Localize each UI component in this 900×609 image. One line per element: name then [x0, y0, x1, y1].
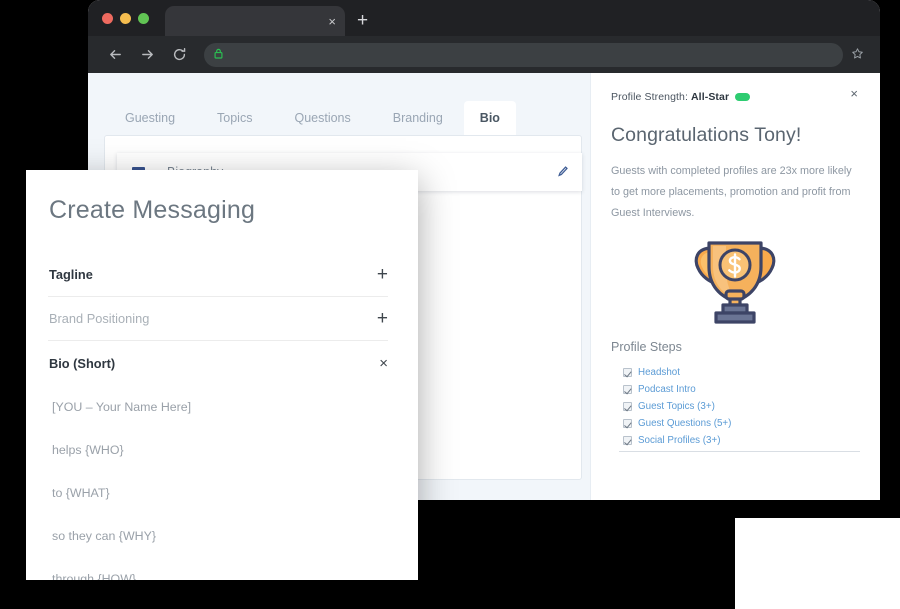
close-icon[interactable]: × [379, 356, 388, 371]
bio-line[interactable]: [YOU – Your Name Here] [52, 401, 388, 444]
browser-toolbar [88, 36, 880, 73]
list-item[interactable]: Headshot [623, 364, 858, 381]
bio-short-body: [YOU – Your Name Here] helps {WHO} to {W… [48, 385, 388, 580]
bio-line[interactable]: helps {WHO} [52, 444, 388, 487]
status-badge [735, 93, 751, 101]
check-icon[interactable] [623, 402, 632, 412]
list-item[interactable]: Social Profiles (3+) [623, 432, 858, 449]
panel-divider [619, 451, 860, 452]
tab-questions-label: Questions [294, 110, 351, 125]
profile-steps-title: Profile Steps [611, 340, 682, 355]
browser-tab-bar: × + [88, 0, 880, 36]
modal-title: Create Messaging [49, 196, 256, 224]
tab-guesting-label: Guesting [125, 110, 176, 125]
field-label-brand-positioning: Brand Positioning [49, 311, 150, 326]
pencil-icon[interactable] [556, 164, 569, 179]
tab-branding[interactable]: Branding [372, 101, 464, 136]
browser-tab[interactable]: × [165, 6, 345, 36]
profile-steps-list: Headshot Podcast Intro Guest Topics (3+)… [611, 364, 858, 449]
close-icon[interactable]: × [850, 87, 858, 100]
field-label-bio-short: Bio (Short) [49, 355, 116, 371]
profile-strength-label: Profile Strength: [611, 91, 688, 103]
minimize-window-button[interactable] [120, 12, 131, 24]
lock-icon [214, 48, 223, 62]
back-icon[interactable] [102, 42, 128, 68]
check-icon[interactable] [623, 385, 632, 395]
tab-guesting[interactable]: Guesting [104, 101, 196, 136]
new-tab-icon[interactable]: + [357, 11, 368, 30]
list-item[interactable]: Guest Topics (3+) [623, 398, 858, 415]
plus-icon[interactable]: + [377, 265, 388, 284]
profile-strength-value: All-Star [691, 91, 730, 103]
field-row-tagline[interactable]: Tagline + [48, 253, 388, 297]
tab-topics-label: Topics [217, 110, 253, 125]
forward-icon[interactable] [134, 42, 160, 68]
field-row-brand-positioning[interactable]: Brand Positioning + [48, 297, 388, 341]
window-controls[interactable] [100, 0, 159, 36]
bio-line[interactable]: so they can {WHY} [52, 530, 388, 573]
profile-strength-panel: Profile Strength: All-Star × Congratulat… [590, 73, 880, 500]
create-messaging-modal: Create Messaging Tagline + Brand Positio… [26, 170, 418, 580]
reload-icon[interactable] [166, 42, 192, 68]
field-row-bio-short[interactable]: Bio (Short) × [48, 341, 388, 385]
step-label: Social Profiles (3+) [638, 435, 721, 447]
tab-bio-label: Bio [479, 110, 500, 125]
tab-questions[interactable]: Questions [273, 101, 371, 136]
tab-branding-label: Branding [392, 110, 443, 125]
address-bar[interactable] [204, 42, 843, 67]
trophy-dollar-icon [611, 234, 858, 326]
profile-strength-line: Profile Strength: All-Star [611, 91, 858, 103]
tab-close-icon[interactable]: × [328, 15, 336, 28]
tab-bio[interactable]: Bio [463, 100, 516, 135]
check-icon[interactable] [623, 368, 632, 378]
plus-icon[interactable]: + [377, 309, 388, 328]
corner-white-block [735, 518, 900, 609]
close-window-button[interactable] [102, 12, 113, 24]
step-label: Headshot [638, 367, 680, 379]
list-item[interactable]: Podcast Intro [623, 381, 858, 398]
check-icon[interactable] [623, 419, 632, 429]
field-label-tagline: Tagline [49, 267, 93, 282]
list-item[interactable]: Guest Questions (5+) [623, 415, 858, 432]
step-label: Podcast Intro [638, 384, 696, 396]
panel-blurb: Guests with completed profiles are 23x m… [611, 165, 852, 220]
bookmark-star-icon[interactable] [851, 47, 864, 63]
screenshot-stage: × + Guesting Topics Questions Branding B… [0, 0, 900, 609]
bio-line[interactable]: through {HOW} [52, 573, 388, 580]
maximize-window-button[interactable] [138, 12, 149, 24]
bio-line[interactable]: to {WHAT} [52, 487, 388, 530]
step-label: Guest Topics (3+) [638, 401, 715, 413]
profile-tabs: Guesting Topics Questions Branding Bio [104, 97, 516, 135]
tab-topics[interactable]: Topics [196, 101, 273, 136]
page-title: Congratulations Tony! [611, 124, 802, 146]
step-label: Guest Questions (5+) [638, 418, 732, 430]
check-icon[interactable] [623, 436, 632, 446]
